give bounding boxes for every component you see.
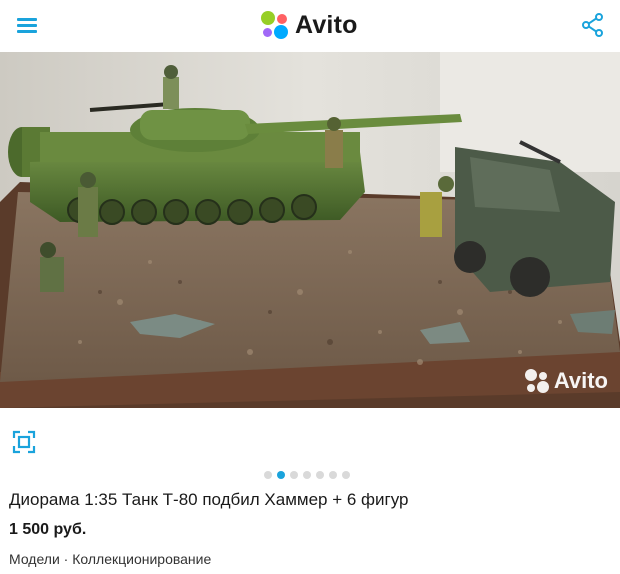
pagination-dot[interactable] [264,471,272,479]
gallery-pagination [264,471,350,479]
pagination-dot[interactable] [342,471,350,479]
top-header: Avito [0,0,620,52]
logo-text: Avito [295,10,358,39]
photo-watermark: Avito [524,368,608,394]
listing-title: Диорама 1:35 Танк Т-80 подбил Хаммер + 6… [9,490,409,509]
share-icon[interactable] [580,12,606,38]
listing-category[interactable]: Модели · Коллекционирование [9,551,211,567]
pagination-dot[interactable] [316,471,324,479]
pagination-dot[interactable] [303,471,311,479]
pagination-dot[interactable] [290,471,298,479]
fullscreen-icon[interactable] [12,430,36,454]
avito-logo-dots-icon [261,11,289,39]
listing-photo[interactable]: Avito [0,52,620,408]
avito-logo[interactable]: Avito [261,9,358,41]
watermark-logo-icon [524,369,549,393]
pagination-dot[interactable] [329,471,337,479]
pagination-dot[interactable] [277,471,285,479]
hamburger-menu-icon[interactable] [14,13,40,39]
watermark-text: Avito [553,368,608,393]
listing-price: 1 500 руб. [9,521,87,538]
